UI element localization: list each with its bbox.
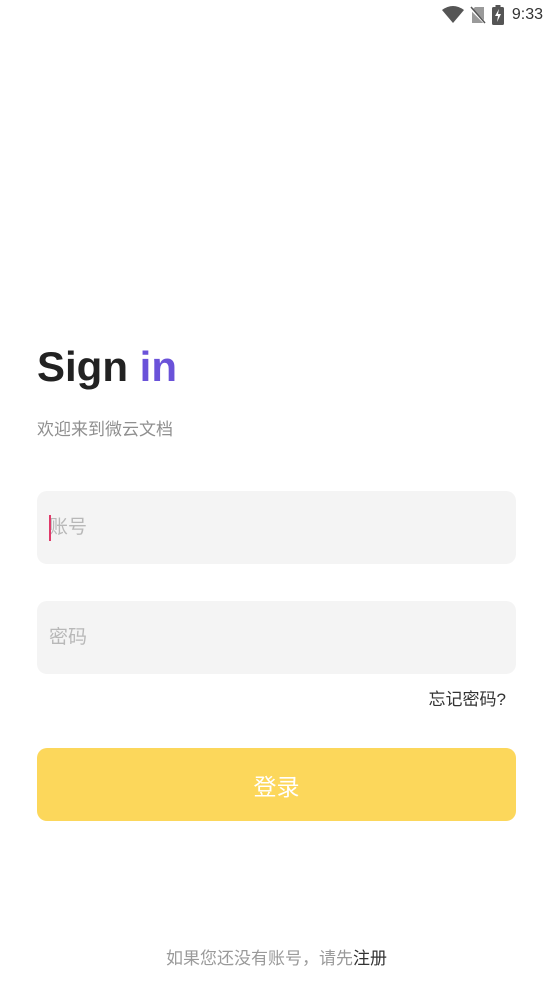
login-button[interactable]: 登录 bbox=[37, 748, 516, 821]
page-title: Sign in bbox=[37, 340, 177, 394]
status-time: 9:33 bbox=[511, 6, 543, 23]
text-caret bbox=[49, 515, 51, 541]
account-field[interactable] bbox=[37, 491, 516, 564]
account-input[interactable] bbox=[49, 491, 499, 564]
password-input[interactable] bbox=[49, 601, 499, 674]
register-link[interactable]: 注册 bbox=[353, 949, 387, 968]
password-field[interactable] bbox=[37, 601, 516, 674]
battery-charging-icon bbox=[491, 5, 504, 25]
welcome-subtitle: 欢迎来到微云文档 bbox=[37, 420, 173, 439]
title-sign: Sign bbox=[37, 343, 128, 390]
no-sim-icon bbox=[469, 6, 486, 24]
wifi-icon bbox=[441, 6, 464, 24]
status-bar: 9:33 bbox=[0, 0, 553, 30]
forgot-password-link[interactable]: 忘记密码? bbox=[429, 688, 506, 712]
register-prompt: 如果您还没有账号，请先注册 bbox=[0, 947, 553, 971]
status-icons: 9:33 bbox=[441, 5, 543, 25]
register-prompt-text: 如果您还没有账号，请先 bbox=[166, 949, 353, 968]
title-in: in bbox=[139, 343, 177, 390]
